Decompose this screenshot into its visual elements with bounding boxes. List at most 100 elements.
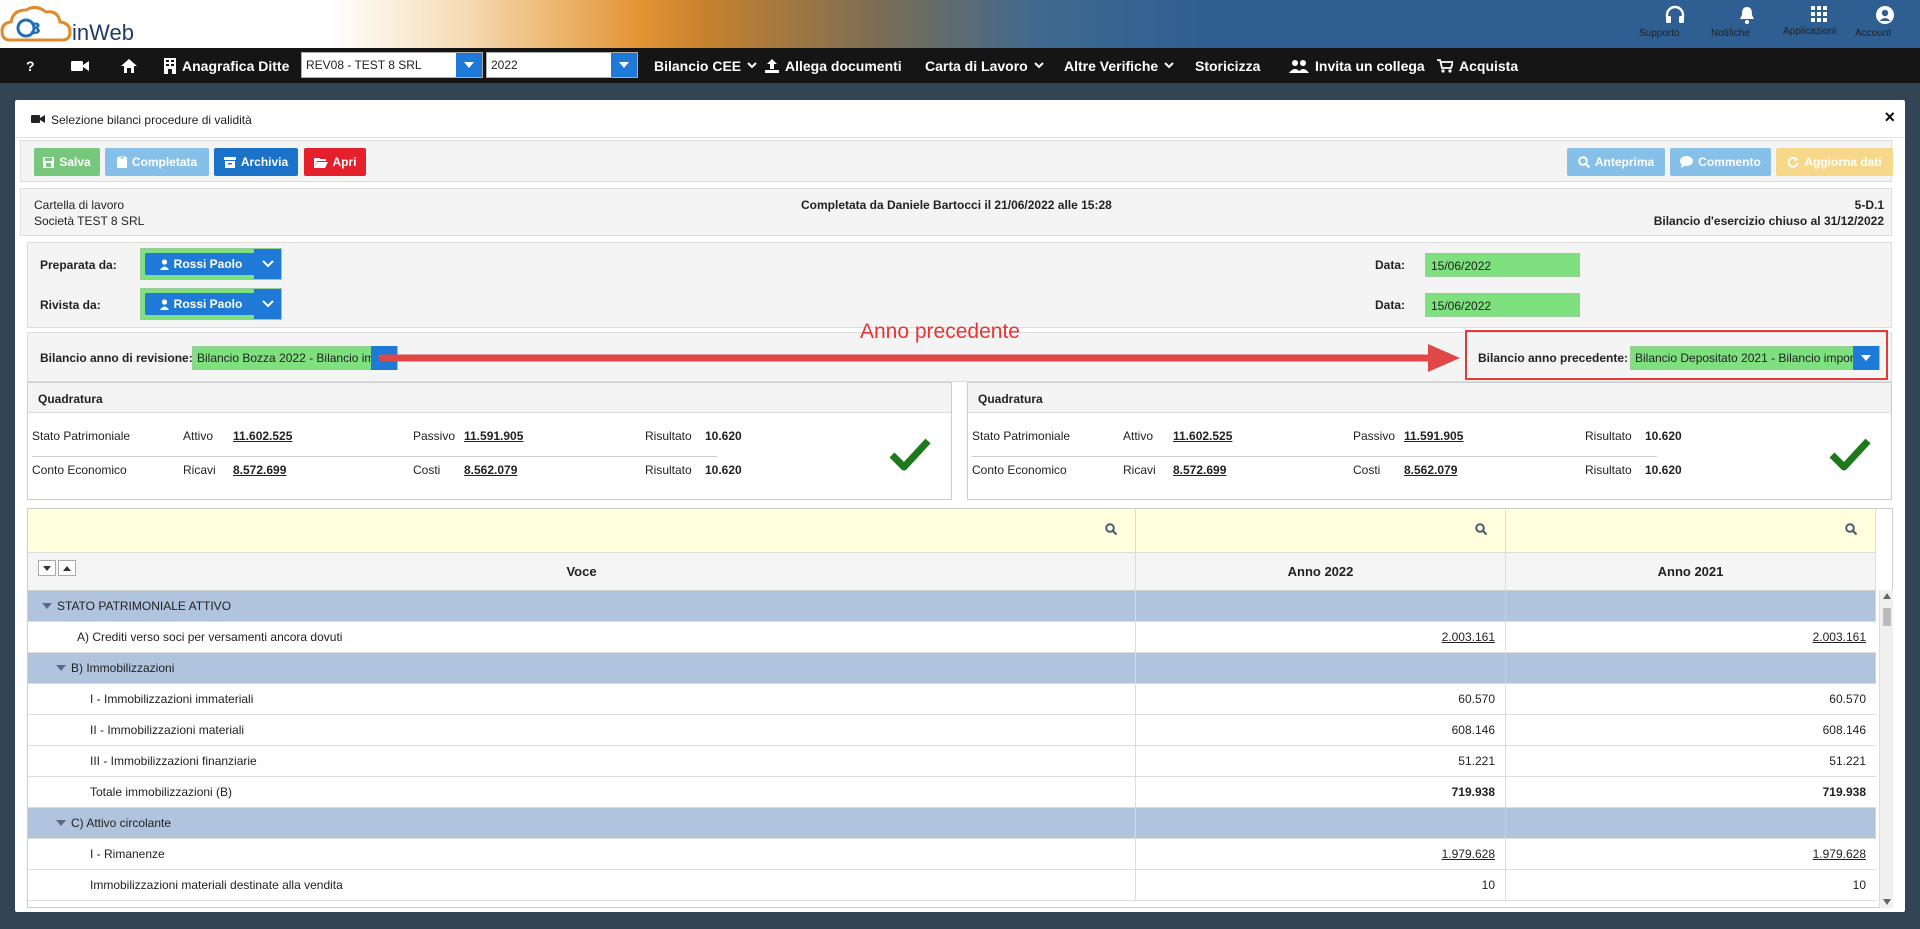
search-icon[interactable]: [1845, 523, 1857, 535]
group-row[interactable]: B) Immobilizzazioni: [28, 653, 1876, 684]
table-row[interactable]: Immobilizzazioni materiali destinate all…: [28, 870, 1876, 901]
svg-text:3: 3: [30, 19, 41, 38]
filter-cell-2021[interactable]: [1506, 509, 1876, 553]
table-row[interactable]: I - Rimanenze 1.979.628 1.979.628: [28, 839, 1876, 870]
voce-label: B) Immobilizzazioni: [71, 661, 175, 675]
value-2022[interactable]: 1.979.628: [1442, 847, 1495, 861]
rivista-user-name: Rossi Paolo: [173, 297, 243, 311]
year-select-value: 2022: [491, 58, 518, 72]
collapse-all-button[interactable]: [58, 560, 76, 576]
attivo-value[interactable]: 11.602.525: [233, 429, 292, 443]
value-2022: 60.570: [1458, 692, 1495, 706]
preparata-date-input[interactable]: 15/06/2022: [1425, 253, 1580, 277]
company-select[interactable]: REV08 - TEST 8 SRL: [301, 52, 483, 78]
value-2021[interactable]: 1.979.628: [1813, 847, 1866, 861]
help-button[interactable]: ?: [26, 48, 35, 83]
preparata-label: Preparata da:: [40, 258, 117, 272]
company-select-value: REV08 - TEST 8 SRL: [306, 58, 422, 72]
archivia-button[interactable]: Archivia: [214, 148, 298, 176]
commento-button[interactable]: Commento: [1670, 148, 1771, 176]
allega-documenti-menu[interactable]: Allega documenti: [765, 48, 902, 83]
bilancio-revisione-select[interactable]: Bilancio Bozza 2022 - Bilancio importato: [192, 346, 398, 370]
anteprima-button[interactable]: Anteprima: [1567, 148, 1665, 176]
search-icon[interactable]: [1105, 523, 1117, 535]
group-row[interactable]: C) Attivo circolante: [28, 808, 1876, 839]
anteprima-label: Anteprima: [1594, 155, 1655, 169]
value-2022[interactable]: 2.003.161: [1442, 630, 1495, 644]
close-button[interactable]: ×: [1884, 107, 1895, 128]
attivo-value[interactable]: 11.602.525: [1173, 429, 1232, 443]
chevron-down-icon[interactable]: [456, 53, 482, 77]
table-row[interactable]: Totale immobilizzazioni (B) 719.938 719.93…: [28, 777, 1876, 808]
costi-value[interactable]: 8.562.079: [464, 463, 517, 477]
salva-button[interactable]: Salva: [34, 148, 100, 176]
divider: [972, 456, 1657, 457]
home-button[interactable]: [121, 48, 137, 83]
column-header-2021[interactable]: Anno 2021: [1506, 553, 1876, 591]
preparata-select[interactable]: Rossi Paolo: [140, 248, 282, 280]
expand-toggle-icon[interactable]: [56, 820, 66, 826]
column-header-voce[interactable]: Voce: [28, 553, 1136, 591]
caret-down-icon: [43, 565, 51, 571]
table-row[interactable]: II - Immobilizzazioni materiali 608.146 60…: [28, 715, 1876, 746]
rivista-user-chip[interactable]: Rossi Paolo: [145, 293, 257, 315]
notifications-button[interactable]: Notifiche: [1711, 3, 1783, 45]
value-2022-cell: 60.570: [1136, 684, 1506, 714]
rivista-date-input[interactable]: 15/06/2022: [1425, 293, 1580, 317]
ricavi-value[interactable]: 8.572.699: [1173, 463, 1226, 477]
scroll-up-icon[interactable]: [1883, 593, 1891, 599]
value-2021-cell: 51.221: [1506, 746, 1876, 776]
costi-value[interactable]: 8.562.079: [1404, 463, 1457, 477]
carta-di-lavoro-menu[interactable]: Carta di Lavoro: [925, 48, 1044, 83]
column-header-2022[interactable]: Anno 2022: [1136, 553, 1506, 591]
risultato-label: Risultato: [1585, 463, 1632, 477]
applications-button[interactable]: Applicazioni: [1783, 3, 1855, 45]
value-2021-cell: 2.003.161: [1506, 622, 1876, 652]
account-button[interactable]: Account: [1855, 3, 1915, 45]
scroll-down-icon[interactable]: [1883, 899, 1891, 905]
logo[interactable]: 3 inWeb: [0, 0, 170, 48]
chevron-down-icon[interactable]: [254, 289, 281, 319]
chevron-down-icon: [1033, 62, 1044, 69]
rivista-select[interactable]: Rossi Paolo: [140, 288, 282, 320]
completata-button[interactable]: Completata: [105, 148, 209, 176]
passivo-value[interactable]: 11.591.905: [1404, 429, 1463, 443]
year-select[interactable]: 2022: [486, 52, 638, 78]
altre-verifiche-menu[interactable]: Altre Verifiche: [1064, 48, 1174, 83]
anagrafica-ditte-menu[interactable]: Anagrafica Ditte: [164, 48, 289, 83]
filter-cell-2022[interactable]: [1136, 509, 1506, 553]
grid-scrollbar[interactable]: [1879, 590, 1893, 908]
filter-cell-voce[interactable]: [28, 509, 1136, 553]
apri-button[interactable]: Apri: [304, 148, 366, 176]
voce-label: STATO PATRIMONIALE ATTIVO: [57, 599, 232, 613]
group-row[interactable]: STATO PATRIMONIALE ATTIVO: [28, 591, 1876, 622]
value-2021-cell: 719.938: [1506, 777, 1876, 807]
chevron-down-icon[interactable]: [611, 53, 637, 77]
bilancio-revisione-value: Bilancio Bozza 2022 - Bilancio importato: [197, 351, 371, 365]
table-row[interactable]: A) Crediti verso soci per versamenti anc…: [28, 622, 1876, 653]
table-row[interactable]: III - Immobilizzazioni finanziarie 51.221…: [28, 746, 1876, 777]
video-button[interactable]: [71, 48, 89, 83]
preparata-user-chip[interactable]: Rossi Paolo: [145, 253, 257, 275]
expand-all-button[interactable]: [38, 560, 56, 576]
bilancio-cee-menu[interactable]: Bilancio CEE: [654, 48, 757, 83]
conto-economico-label: Conto Economico: [32, 463, 127, 477]
table-row[interactable]: I - Immobilizzazioni immateriali 60.570 60…: [28, 684, 1876, 715]
support-button[interactable]: Supporto: [1639, 3, 1711, 45]
ricavi-value[interactable]: 8.572.699: [233, 463, 286, 477]
passivo-value[interactable]: 11.591.905: [464, 429, 523, 443]
quadratura-title: Quadratura: [28, 383, 951, 413]
risultato-sp-value: 10.620: [705, 429, 742, 443]
invita-collega-menu[interactable]: Invita un collega: [1289, 48, 1425, 83]
chevron-down-icon[interactable]: [254, 249, 281, 279]
scrollbar-thumb[interactable]: [1883, 608, 1891, 626]
value-2021: 60.570: [1829, 692, 1866, 706]
expand-toggle-icon[interactable]: [42, 603, 52, 609]
aggiorna-dati-button[interactable]: Aggiorna dati: [1776, 148, 1893, 176]
bell-icon: [1740, 7, 1754, 24]
acquista-menu[interactable]: Acquista: [1437, 48, 1518, 83]
expand-toggle-icon[interactable]: [56, 665, 66, 671]
search-icon[interactable]: [1475, 523, 1487, 535]
storicizza-menu[interactable]: Storicizza: [1195, 48, 1260, 83]
value-2021[interactable]: 2.003.161: [1813, 630, 1866, 644]
